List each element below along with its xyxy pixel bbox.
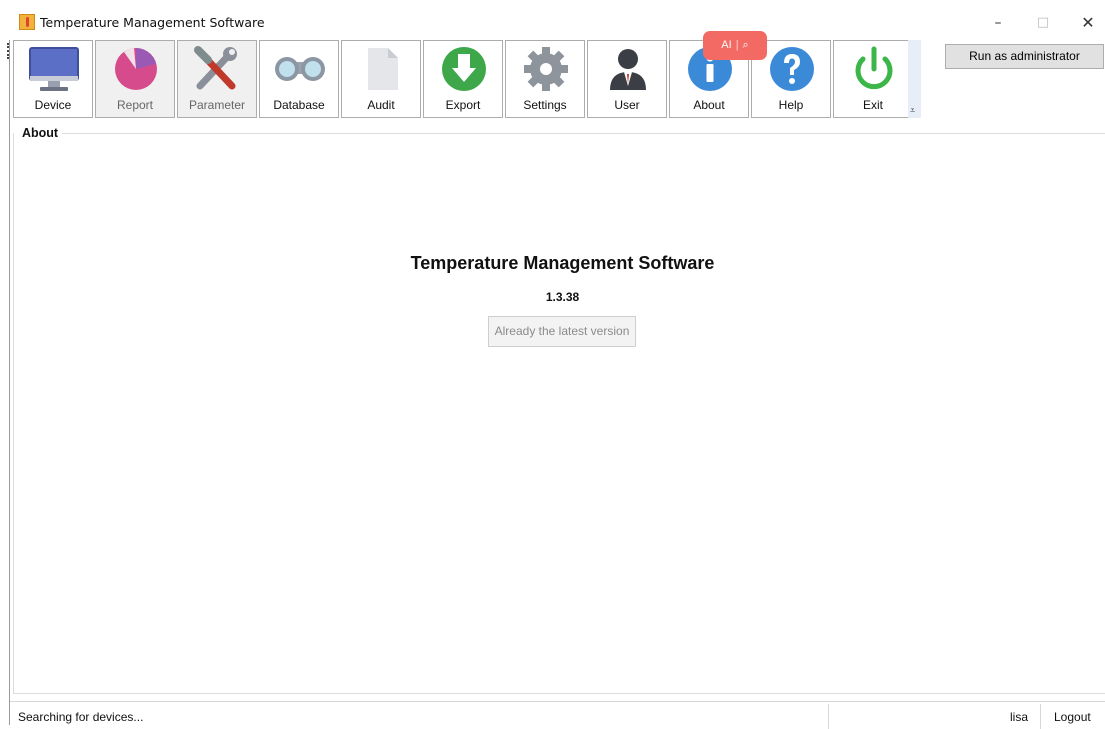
export-label: Export [445, 98, 481, 112]
about-app-name: Temperature Management Software [410, 253, 715, 273]
help-label: Help [778, 98, 804, 112]
about-group-divider [62, 133, 1105, 134]
main-toolbar: Device Report Parameter Database Audit E… [13, 40, 921, 120]
settings-label: Settings [523, 98, 567, 112]
parameter-button[interactable]: Parameter [177, 40, 257, 118]
overflow-chevron-icon: ⩡ [910, 105, 916, 115]
window-left-edge [9, 40, 10, 725]
exit-button[interactable]: Exit [833, 40, 913, 118]
help-icon [770, 47, 814, 91]
user-button[interactable]: User [587, 40, 667, 118]
status-bar: Searching for devices... lisa Logout [10, 701, 1105, 729]
pie-chart-icon [115, 48, 157, 90]
status-message: Searching for devices... [18, 710, 144, 724]
report-button[interactable]: Report [95, 40, 175, 118]
database-button[interactable]: Database [259, 40, 339, 118]
app-thermometer-icon [19, 14, 35, 30]
ai-scan-icon[interactable]: AI [721, 39, 731, 51]
run-as-administrator-button[interactable]: Run as administrator [945, 44, 1104, 69]
tools-icon [194, 46, 237, 90]
logout-link[interactable]: Logout [1054, 710, 1091, 724]
exit-label: Exit [862, 98, 883, 112]
about-version: 1.3.38 [545, 290, 580, 304]
database-label: Database [273, 98, 325, 112]
window-title: Temperature Management Software [40, 15, 265, 30]
report-label: Report [116, 98, 154, 112]
device-button[interactable]: Device [13, 40, 93, 118]
title-bar: Temperature Management Software – □ ✕ [10, 8, 1105, 38]
app-window: Temperature Management Software – □ ✕ De… [0, 0, 1105, 729]
export-button[interactable]: Export [423, 40, 503, 118]
power-icon [855, 46, 893, 90]
gear-icon [524, 47, 568, 91]
status-divider [828, 704, 829, 729]
monitor-icon [29, 47, 79, 91]
close-button[interactable]: ✕ [1068, 10, 1105, 36]
status-divider [1040, 704, 1041, 729]
document-icon [368, 48, 398, 90]
parameter-label: Parameter [188, 98, 246, 112]
about-group-frame [13, 133, 1105, 694]
overlay-separator: | [735, 39, 739, 51]
binoculars-icon [275, 57, 325, 81]
current-user: lisa [1010, 710, 1029, 724]
device-label: Device [34, 98, 72, 112]
export-icon [442, 47, 486, 91]
check-update-button: Already the latest version [488, 316, 636, 347]
user-label: User [614, 98, 640, 112]
minimize-button[interactable]: – [978, 10, 1018, 36]
audit-button[interactable]: Audit [341, 40, 421, 118]
ai-overlay-pill[interactable]: AI | ⌕ [703, 31, 767, 60]
toolbar-overflow-button[interactable]: ⩡ [908, 40, 921, 118]
search-icon[interactable]: ⌕ [743, 39, 749, 51]
about-label: About [693, 98, 725, 112]
maximize-button[interactable]: □ [1023, 10, 1063, 36]
about-group-title: About [22, 126, 63, 140]
settings-button[interactable]: Settings [505, 40, 585, 118]
audit-label: Audit [367, 98, 395, 112]
user-icon [610, 49, 646, 90]
